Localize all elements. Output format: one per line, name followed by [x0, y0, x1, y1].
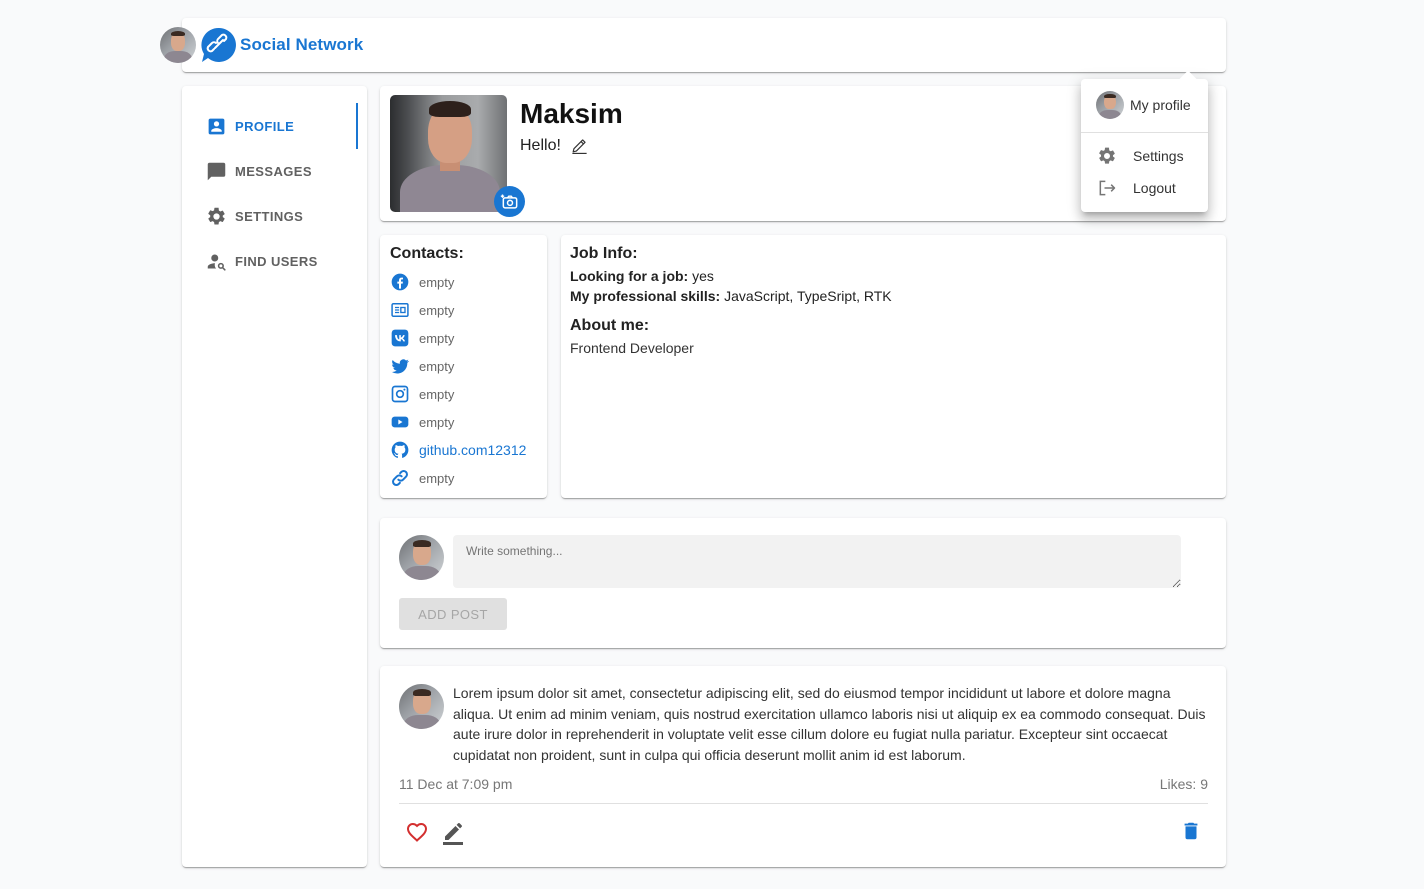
- message-icon: [207, 162, 226, 180]
- contact-value: empty: [419, 470, 455, 486]
- post-likes-count: Likes: 9: [1159, 776, 1208, 792]
- contact-value: github.com12312: [419, 442, 527, 458]
- menu-item-logout[interactable]: Logout: [1097, 178, 1176, 198]
- job-info-card: Job Info: Looking for a job: yes My prof…: [561, 235, 1226, 498]
- menu-item-my-profile[interactable]: My profile: [1096, 91, 1191, 119]
- contact-value: empty: [419, 358, 455, 374]
- contact-github[interactable]: github.com12312: [390, 440, 526, 460]
- skills-label: My professional skills:: [570, 288, 721, 304]
- edit-status-icon[interactable]: [570, 136, 589, 155]
- about-me-text: Frontend Developer: [570, 340, 694, 356]
- website-icon: [391, 303, 409, 317]
- heart-icon[interactable]: [405, 820, 429, 844]
- avatar: [399, 535, 444, 580]
- contact-facebook: empty: [390, 272, 454, 292]
- sidebar-item-settings[interactable]: SETTINGS: [206, 205, 303, 227]
- change-photo-button[interactable]: [494, 186, 525, 217]
- add-photo-icon: [500, 194, 517, 209]
- menu-arrow: [1179, 70, 1197, 88]
- menu-item-settings[interactable]: Settings: [1097, 146, 1184, 166]
- contact-vk: empty: [390, 328, 454, 348]
- contact-twitter: empty: [390, 356, 454, 376]
- avatar: [1096, 91, 1124, 119]
- gear-icon: [1099, 147, 1115, 164]
- profile-photo: [390, 95, 507, 212]
- menu-divider: [1081, 132, 1208, 133]
- sidebar-item-messages[interactable]: MESSAGES: [206, 160, 312, 182]
- app-logo[interactable]: Social Network: [200, 27, 363, 63]
- post-input[interactable]: [453, 535, 1181, 588]
- skills-value: JavaScript, TypeSript, RTK: [724, 288, 892, 304]
- add-post-button[interactable]: ADD POST: [399, 598, 507, 630]
- logout-icon: [1099, 180, 1116, 196]
- delete-post-icon[interactable]: [1180, 819, 1202, 843]
- new-post-card: ADD POST: [380, 518, 1226, 648]
- contact-link: empty: [390, 468, 454, 488]
- professional-skills: My professional skills: JavaScript, Type…: [570, 288, 892, 304]
- profile-name: Maksim: [520, 98, 623, 129]
- account-menu: My profile Settings Logout: [1081, 70, 1208, 212]
- link-chat-icon: [200, 27, 238, 63]
- app-header: Social Network: [160, 18, 1226, 72]
- contact-website: empty: [390, 300, 454, 320]
- sidebar-item-find-users[interactable]: FIND USERS: [206, 250, 318, 272]
- contacts-card: Contacts: empty empty empty empty empty …: [380, 235, 547, 498]
- contact-youtube: empty: [390, 412, 454, 432]
- active-tab-indicator: [356, 103, 358, 149]
- contact-value: empty: [419, 414, 455, 430]
- instagram-icon: [391, 385, 409, 403]
- profile-status: Hello!: [520, 136, 589, 155]
- post-divider: [399, 803, 1208, 804]
- contact-instagram: empty: [390, 384, 454, 404]
- user-avatar[interactable]: [160, 27, 196, 63]
- account-box-icon: [208, 118, 225, 134]
- menu-item-label: My profile: [1130, 97, 1191, 113]
- about-me-title: About me:: [570, 317, 650, 334]
- facebook-icon: [391, 273, 409, 291]
- sidebar-item-profile[interactable]: PROFILE: [206, 115, 294, 137]
- looking-value: yes: [692, 268, 714, 284]
- post-date: 11 Dec at 7:09 pm: [399, 776, 513, 792]
- sidebar-item-label: SETTINGS: [235, 208, 304, 224]
- job-info-title: Job Info:: [570, 245, 638, 262]
- contacts-title: Contacts:: [390, 245, 464, 262]
- sidebar-item-label: MESSAGES: [235, 163, 312, 179]
- looking-label: Looking for a job:: [570, 268, 689, 284]
- avatar: [399, 684, 444, 729]
- contact-value: empty: [419, 274, 455, 290]
- post-actions: [405, 819, 477, 845]
- sidebar-item-label: FIND USERS: [235, 253, 318, 269]
- contact-value: empty: [419, 330, 455, 346]
- menu-item-label: Logout: [1133, 180, 1176, 196]
- person-search-icon: [207, 254, 226, 271]
- edit-post-icon[interactable]: [441, 819, 465, 845]
- looking-for-job: Looking for a job: yes: [570, 268, 714, 284]
- github-icon: [391, 441, 409, 458]
- vk-icon: [391, 329, 409, 347]
- contact-value: empty: [419, 386, 455, 402]
- gear-icon: [208, 207, 225, 225]
- contact-value: empty: [419, 302, 455, 318]
- app-title: Social Network: [240, 35, 364, 54]
- post-text: Lorem ipsum dolor sit amet, consectetur …: [453, 685, 1206, 763]
- status-text: Hello!: [520, 136, 561, 154]
- post-card: Lorem ipsum dolor sit amet, consectetur …: [380, 666, 1226, 867]
- link-icon: [392, 470, 408, 486]
- sidebar: PROFILE MESSAGES SETTINGS FIND USERS: [182, 86, 367, 867]
- twitter-icon: [391, 359, 410, 374]
- menu-item-label: Settings: [1133, 148, 1184, 164]
- youtube-icon: [391, 416, 409, 428]
- sidebar-item-label: PROFILE: [235, 118, 295, 134]
